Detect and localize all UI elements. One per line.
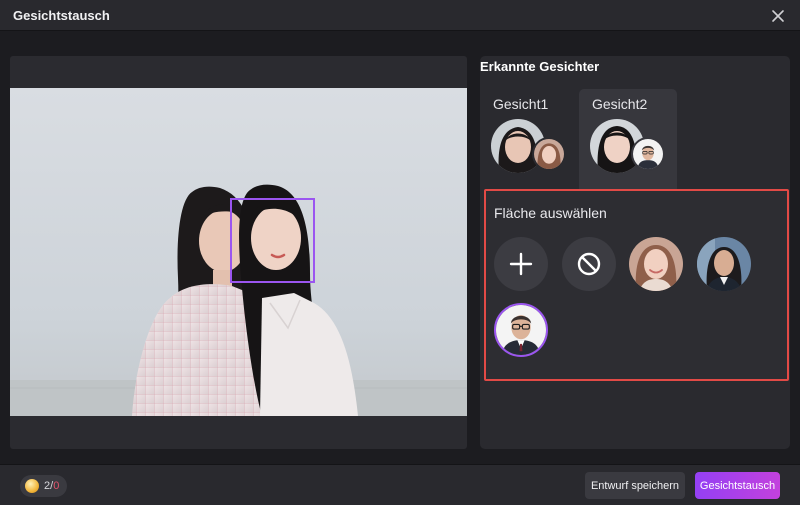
close-icon [772,10,784,22]
face-2-swap-thumbnail [631,137,665,171]
no-entry-icon [577,252,601,276]
face-1-swap-thumbnail [532,137,566,171]
no-swap-button[interactable] [562,237,616,291]
tab-face-1-label: Gesicht1 [493,96,549,112]
window-title: Gesichtstausch [13,8,110,23]
face-option-woman-smiling[interactable] [629,237,683,291]
face-swap-button[interactable]: Gesichtstausch [695,472,780,499]
tab-face-2-label: Gesicht2 [592,96,648,112]
face-swap-dialog: Gesichtstausch Erkannte Gesichter Gesich… [0,0,800,505]
save-draft-button[interactable]: Entwurf speichern [585,472,685,499]
tab-face-1[interactable]: Gesicht1 [480,89,578,189]
title-bar: Gesichtstausch [0,0,800,31]
close-button[interactable] [768,6,788,26]
footer-bar: 2/0 Entwurf speichern Gesichtstausch [0,464,800,505]
tab-face-2[interactable]: Gesicht2 [579,89,677,189]
image-preview [10,56,467,449]
credits-badge: 2/0 [20,475,68,497]
coin-icon [25,479,39,493]
panel-title: Erkannte Gesichter [480,59,600,74]
credits-total: 0 [53,480,60,492]
preview-photo [10,88,467,416]
detected-faces-panel: Erkannte Gesichter Gesicht1 Gesicht2 Flä… [480,56,790,449]
face-option-woman-business[interactable] [697,237,751,291]
select-area-section: Fläche auswählen [484,189,789,381]
face-option-man-glasses[interactable] [494,303,548,357]
plus-icon [509,252,533,276]
add-face-button[interactable] [494,237,548,291]
select-area-title: Fläche auswählen [494,205,607,221]
